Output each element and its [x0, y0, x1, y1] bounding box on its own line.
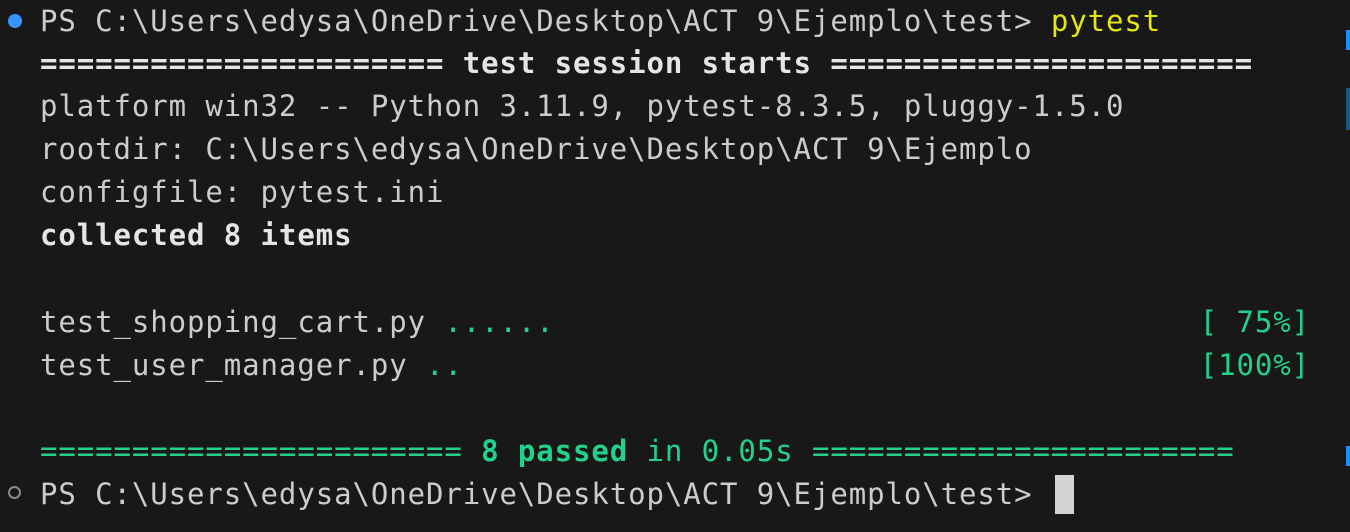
session-header-left: ====================== — [40, 46, 463, 80]
result-row-user-manager: test_user_manager.py .. — [40, 344, 463, 387]
session-header-title: test session starts — [462, 46, 812, 80]
result-percent: [ 75%] — [1199, 305, 1310, 339]
prompt-line[interactable]: PS C:\Users\edysa\OneDrive\Desktop\ACT 9… — [40, 473, 1074, 516]
summary-right: ======================= — [811, 434, 1235, 468]
summary-line: ======================= 8 passed in 0.05… — [40, 430, 1235, 473]
collected-line: collected 8 items — [40, 218, 353, 252]
command-line: PS C:\Users\edysa\OneDrive\Desktop\ACT 9… — [40, 0, 1161, 43]
summary-time: in 0.05s — [628, 434, 812, 468]
rootdir-line: rootdir: C:\Users\edysa\OneDrive\Desktop… — [40, 132, 1033, 166]
command-success-decoration-icon[interactable] — [8, 14, 22, 28]
command-pending-decoration-icon[interactable] — [8, 486, 21, 499]
session-header: ====================== test session star… — [40, 42, 1253, 85]
result-dots: .. — [425, 348, 463, 382]
scrollbar-marker — [1346, 88, 1350, 130]
result-file: test_shopping_cart.py — [40, 305, 445, 339]
platform-line: platform win32 -- Python 3.11.9, pytest-… — [40, 89, 1125, 123]
scrollbar-marker — [1346, 446, 1350, 466]
command-text: pytest — [1050, 4, 1162, 38]
configfile-line: configfile: pytest.ini — [40, 175, 445, 209]
text-cursor — [1054, 474, 1074, 514]
result-file: test_user_manager.py — [40, 348, 426, 382]
result-row-shopping-cart: test_shopping_cart.py ...... — [40, 301, 555, 344]
session-header-right: ======================= — [811, 46, 1254, 80]
result-percent: [100%] — [1199, 348, 1310, 382]
result-dots: ...... — [444, 305, 555, 339]
prompt-text: PS C:\Users\edysa\OneDrive\Desktop\ACT 9… — [40, 4, 1051, 38]
scrollbar-marker — [1346, 30, 1350, 50]
prompt-text: PS C:\Users\edysa\OneDrive\Desktop\ACT 9… — [40, 477, 1051, 511]
terminal-panel[interactable]: PS C:\Users\edysa\OneDrive\Desktop\ACT 9… — [0, 0, 1350, 532]
summary-passed: 8 passed — [481, 434, 629, 468]
summary-left: ======================= — [40, 434, 482, 468]
